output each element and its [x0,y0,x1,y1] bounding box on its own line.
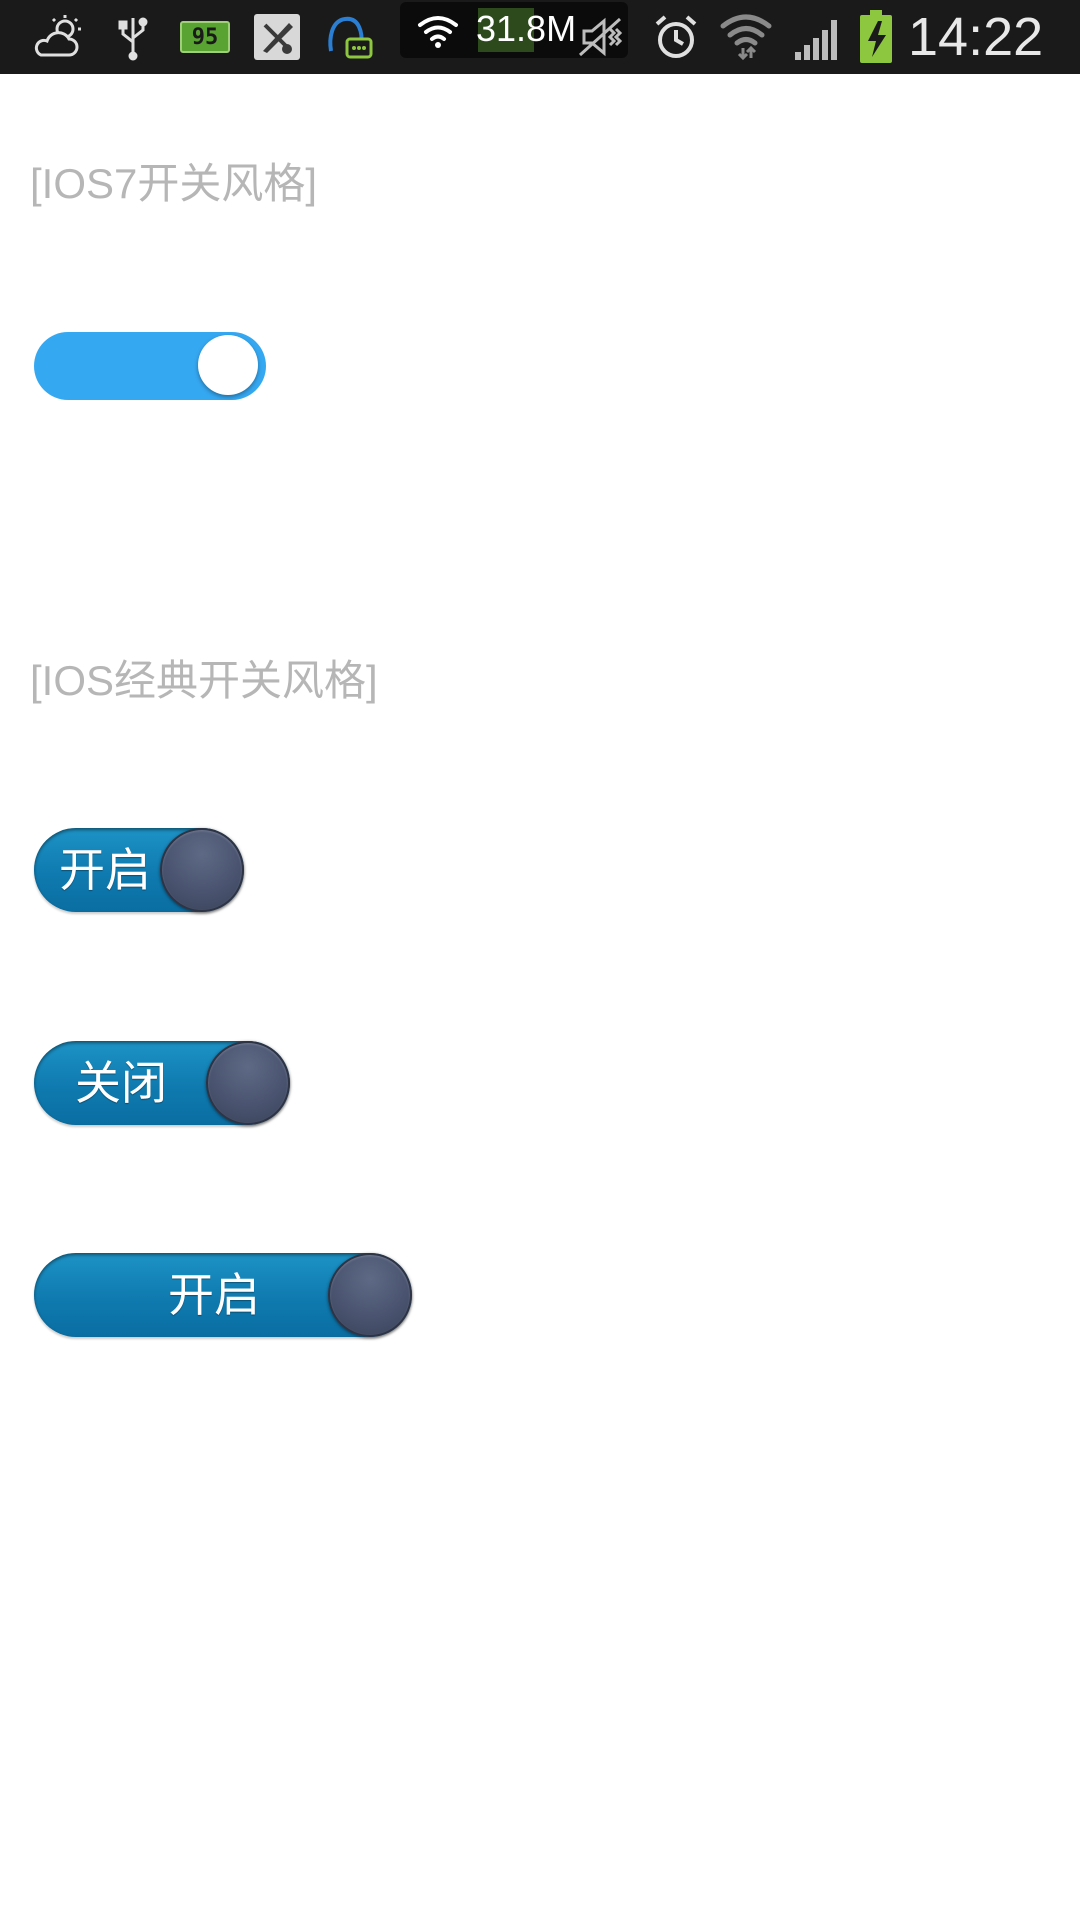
wifi-small-icon [412,4,464,58]
app-notification-icon [252,10,302,64]
classic-switch-3-knob [328,1253,412,1337]
battery-charging-icon [856,10,896,64]
weather-icon [30,10,86,64]
classic-switch-2[interactable]: 关闭 [34,1041,290,1125]
chat-notification-icon [322,10,374,64]
status-bar: 95 31.8M 14:22 [0,0,1080,74]
classic-switch-1[interactable]: 开启 [34,828,244,912]
usb-icon [112,10,154,64]
alarm-icon [650,10,702,64]
classic-switch-3[interactable]: 开启 [34,1253,412,1337]
classic-switch-2-knob [206,1041,290,1125]
signal-icon [790,10,846,64]
clock: 14:22 [908,7,1044,67]
classic-switch-2-label: 关闭 [75,1056,167,1110]
classic-switch-1-knob [160,828,244,912]
badge-value: 95 [191,24,219,50]
mute-icon [572,10,632,64]
classic-switch-1-label: 开启 [59,843,151,897]
ios7-switch[interactable] [34,332,266,400]
section-label-classic: [IOS经典开关风格] [30,657,378,704]
wifi-icon [718,10,774,64]
battery-badge-icon: 95 [178,10,232,64]
section-label-ios7: [IOS7开关风格] [30,160,318,207]
ios7-switch-knob [198,335,258,395]
classic-switch-3-label: 开启 [168,1268,260,1322]
